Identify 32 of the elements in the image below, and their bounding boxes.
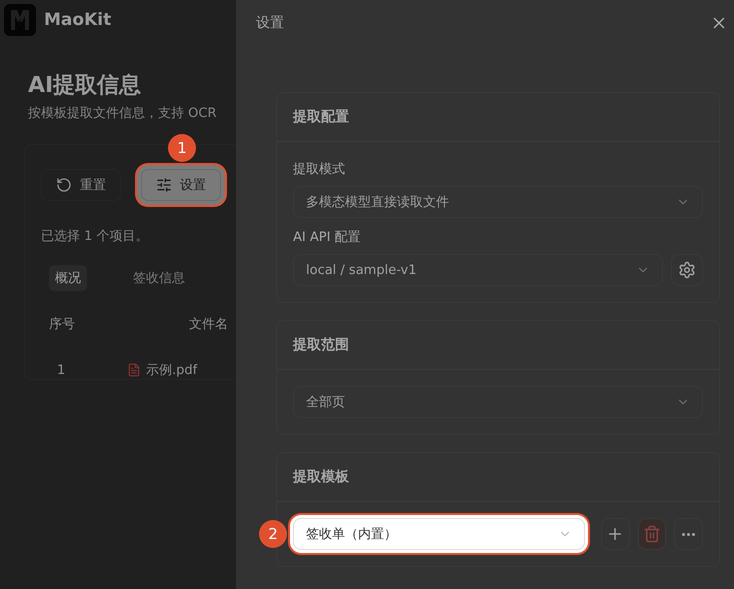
gear-icon	[678, 261, 696, 279]
table-cell-text: 1	[56, 362, 66, 379]
column-header: 序号	[48, 316, 76, 333]
reset-button[interactable]: 重置	[41, 169, 121, 201]
section-title: 提取范围	[277, 321, 719, 370]
app-name: MaoKit	[44, 10, 112, 30]
select-field[interactable]: 多模态模型直接读取文件	[293, 186, 703, 218]
field-label: AI API 配置	[293, 229, 362, 246]
field-label: 提取模式	[293, 161, 346, 178]
select-field[interactable]: local / sample-v1	[293, 254, 663, 286]
trash-icon	[643, 525, 661, 543]
page-subtitle: 按模板提取文件信息，支持 OCR	[28, 105, 218, 122]
select-field[interactable]: 全部页	[293, 386, 703, 418]
section-title: 提取配置	[277, 93, 719, 142]
more-button[interactable]	[674, 518, 704, 550]
tab[interactable]: 概况	[49, 265, 87, 291]
more-icon	[682, 532, 696, 536]
logo-icon	[4, 4, 36, 36]
add-button[interactable]	[601, 518, 630, 550]
reset-icon	[56, 177, 72, 193]
table-cell: 示例.pdf	[127, 361, 198, 379]
selection-note: 已选择 1 个项目。	[41, 228, 150, 245]
section-title: 提取模板	[277, 453, 719, 502]
step-badge: 1	[168, 134, 196, 162]
sliders-icon	[156, 177, 172, 193]
settings-button[interactable]	[671, 254, 703, 286]
step-badge: 2	[259, 520, 287, 548]
drawer-title: 设置	[256, 14, 284, 32]
column-header: 文件名	[188, 316, 228, 333]
tab[interactable]: 签收信息	[127, 265, 191, 291]
page-title: AI提取信息	[28, 72, 142, 100]
pdf-file-icon	[127, 363, 141, 377]
